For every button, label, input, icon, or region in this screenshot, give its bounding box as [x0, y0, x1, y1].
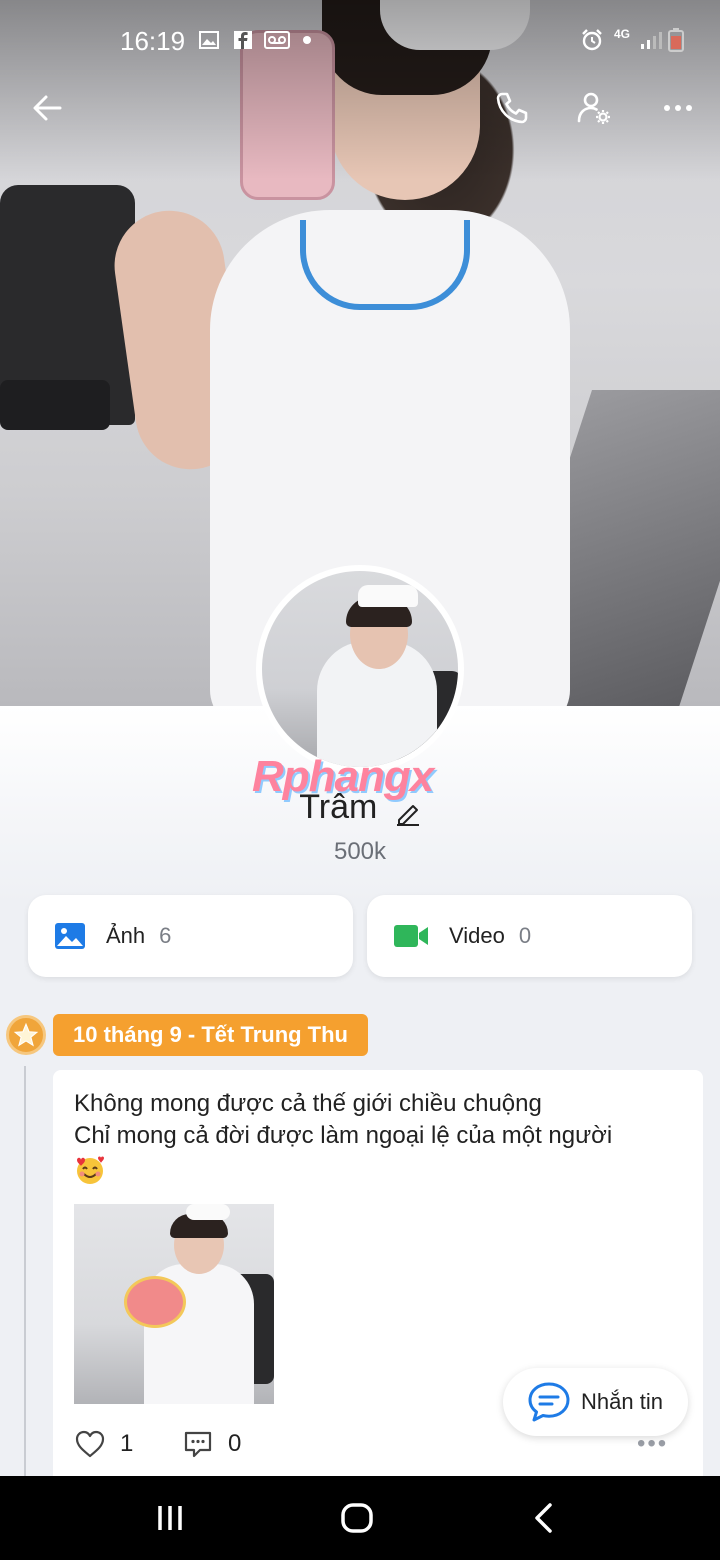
status-bar: 16:19 4G — [0, 0, 720, 66]
avatar[interactable] — [256, 565, 464, 773]
videos-label: Video — [449, 923, 505, 948]
network-label: 4G — [614, 27, 631, 41]
home-icon — [341, 1503, 373, 1533]
star-icon — [6, 1015, 46, 1055]
avatar-cap — [358, 585, 418, 607]
photo-icon — [55, 923, 85, 949]
more-options-button[interactable] — [650, 80, 706, 136]
profile-settings-button[interactable] — [566, 80, 622, 136]
post-image[interactable] — [74, 1204, 274, 1404]
edit-name-icon[interactable] — [395, 796, 421, 827]
avatar-image — [262, 571, 458, 767]
profile-name: Trâm — [299, 788, 378, 826]
battery-icon — [668, 28, 684, 52]
cover-collar — [300, 220, 470, 310]
chat-bubble-icon — [528, 1382, 570, 1422]
message-button-label: Nhắn tin — [581, 1389, 663, 1414]
photos-label: Ảnh — [106, 923, 146, 948]
recent-apps-icon — [158, 1506, 182, 1530]
videos-card[interactable]: Video 0 — [367, 895, 692, 977]
videos-count: 0 — [518, 923, 532, 948]
post-image-lantern — [124, 1276, 186, 1328]
photos-card[interactable]: Ảnh 6 — [28, 895, 353, 977]
home-button[interactable] — [327, 1494, 387, 1542]
alarm-icon — [580, 28, 604, 52]
user-settings-icon — [577, 92, 610, 124]
message-button[interactable]: Nhắn tin — [503, 1368, 688, 1436]
back-nav-button[interactable] — [514, 1494, 574, 1542]
facebook-icon — [232, 30, 254, 50]
like-count: 1 — [120, 1430, 134, 1457]
post-line-1: Không mong được cả thế giới chiều chuộng — [74, 1090, 542, 1117]
more-icon — [664, 105, 692, 111]
heart-icon — [75, 1430, 105, 1458]
phone-icon — [496, 92, 528, 124]
like-button[interactable]: 1 — [74, 1428, 133, 1460]
comment-icon — [184, 1431, 212, 1458]
back-button[interactable] — [20, 80, 76, 136]
navigation-bar — [0, 1476, 720, 1560]
timeline-date-tag: 10 tháng 9 - Tết Trung Thu — [53, 1014, 368, 1056]
timeline-line — [24, 1066, 26, 1476]
voicemail-icon — [264, 30, 290, 50]
followers-count: 500k — [333, 838, 387, 865]
comment-button[interactable]: 0 — [182, 1428, 241, 1460]
dot-icon — [302, 30, 312, 50]
video-icon — [394, 925, 428, 947]
gallery-icon — [198, 30, 220, 50]
signal-icon — [640, 30, 662, 50]
profile-name-row: Trâm — [0, 788, 720, 827]
status-time: 16:19 — [120, 26, 186, 56]
post-image-cap — [186, 1204, 230, 1220]
recent-apps-button[interactable] — [140, 1494, 200, 1542]
call-button[interactable] — [484, 80, 540, 136]
post-text: Không mong được cả thế giới chiều chuộng… — [74, 1088, 684, 1152]
cover-chair-seat — [0, 380, 110, 430]
photos-count: 6 — [159, 923, 172, 948]
back-chevron-icon — [535, 1503, 552, 1533]
comment-count: 0 — [228, 1430, 242, 1457]
network-type: 4G — [614, 28, 636, 48]
post-line-2: Chỉ mong cả đời được làm ngoại lệ của mộ… — [74, 1122, 613, 1149]
smiling-face-with-hearts-icon — [77, 1156, 104, 1184]
back-arrow-icon — [33, 95, 62, 121]
